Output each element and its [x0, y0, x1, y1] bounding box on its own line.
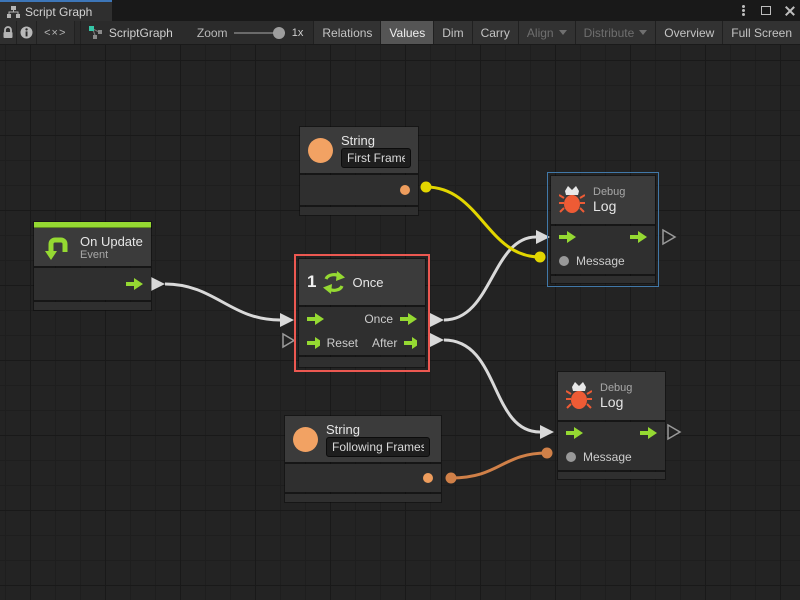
- node-subtitle: Debug: [600, 382, 632, 394]
- zoom-slider[interactable]: [234, 26, 285, 40]
- toolbar-button-align[interactable]: Align: [518, 21, 575, 44]
- node-string-first[interactable]: String: [300, 127, 418, 215]
- graph-icon: [7, 6, 20, 18]
- node-subtitle: Event: [80, 249, 143, 261]
- code-preview-button[interactable]: <×>: [37, 21, 75, 44]
- zoom-slider-handle[interactable]: [273, 27, 285, 39]
- lock-button[interactable]: [0, 21, 17, 44]
- graph-icon: [89, 26, 103, 39]
- node-title: String: [326, 422, 430, 437]
- zoom-value: 1x: [285, 21, 314, 44]
- node-footer: [34, 302, 151, 310]
- toolbar-button-relations[interactable]: Relations: [313, 21, 380, 44]
- toolbar-button-values[interactable]: Values: [380, 21, 433, 44]
- tab-script-graph[interactable]: Script Graph: [0, 0, 112, 21]
- node-title: On Update: [80, 234, 143, 249]
- node-once[interactable]: 1 Once Once Reset After: [299, 259, 425, 367]
- flow-input-port[interactable]: [307, 313, 324, 325]
- toolbar-button-carry[interactable]: Carry: [472, 21, 518, 44]
- node-footer: [300, 207, 418, 215]
- port-label-message: Message: [583, 450, 632, 464]
- node-title: Log: [593, 198, 625, 214]
- zoom-label: Zoom: [183, 21, 234, 44]
- graph-toolbar: <×> ScriptGraph Zoom 1x Relations Values…: [0, 21, 800, 45]
- toolbar-button-distribute[interactable]: Distribute: [575, 21, 656, 44]
- flow-input-port-reset[interactable]: [307, 337, 320, 349]
- value-output-port[interactable]: [400, 185, 410, 195]
- chevron-down-icon: [559, 30, 567, 35]
- string-value-input[interactable]: [341, 148, 411, 168]
- node-subtitle: Debug: [593, 186, 625, 198]
- window-controls: [736, 0, 796, 21]
- port-label-message: Message: [576, 254, 625, 268]
- kebab-menu-icon[interactable]: [736, 4, 750, 18]
- node-string-following[interactable]: String: [285, 416, 441, 502]
- node-footer: [551, 276, 655, 283]
- toolbar-button-fullscreen[interactable]: Full Screen: [722, 21, 800, 44]
- node-footer: [285, 494, 441, 502]
- close-icon[interactable]: [782, 4, 796, 18]
- bug-icon: [566, 380, 592, 412]
- info-icon: [20, 26, 33, 39]
- tab-title: Script Graph: [25, 5, 92, 19]
- once-cycle-icon: [322, 271, 346, 294]
- node-footer: [558, 472, 665, 479]
- port-label-once: Once: [364, 312, 393, 326]
- flow-output-port[interactable]: [640, 427, 657, 439]
- node-on-update[interactable]: On Update Event: [34, 222, 151, 310]
- node-debug-log-bottom[interactable]: Debug Log Message: [558, 372, 665, 479]
- flow-input-port[interactable]: [559, 231, 576, 243]
- chevron-down-icon: [639, 30, 647, 35]
- string-type-icon: [308, 138, 333, 163]
- node-title: String: [341, 133, 411, 148]
- toolbar-button-align-label: Align: [527, 26, 554, 40]
- string-value-input[interactable]: [326, 437, 430, 457]
- flow-output-port[interactable]: [630, 231, 647, 243]
- maximize-icon[interactable]: [759, 4, 773, 18]
- message-input-port[interactable]: [559, 256, 569, 266]
- once-count: 1: [307, 272, 316, 292]
- node-title: Once: [352, 275, 383, 290]
- string-type-icon: [293, 427, 318, 452]
- lock-icon: [2, 26, 14, 39]
- node-footer: [299, 357, 425, 367]
- breadcrumb[interactable]: ScriptGraph: [81, 21, 183, 44]
- message-input-port[interactable]: [566, 452, 576, 462]
- on-update-loop-icon: [42, 233, 72, 261]
- port-label-after: After: [372, 336, 397, 350]
- flow-input-port[interactable]: [566, 427, 583, 439]
- highlight-outline-debug-top: Debug Log Message: [547, 172, 659, 287]
- window-titlebar: Script Graph: [0, 0, 800, 21]
- port-label-reset: Reset: [327, 336, 358, 350]
- flow-output-port[interactable]: [126, 278, 143, 290]
- toolbar-button-overview[interactable]: Overview: [655, 21, 722, 44]
- bug-icon: [559, 184, 585, 216]
- code-preview-icon: <×>: [44, 27, 66, 39]
- inspector-button[interactable]: [17, 21, 37, 44]
- selection-outline-once: 1 Once Once Reset After: [294, 254, 430, 372]
- node-title: Log: [600, 394, 632, 410]
- breadcrumb-label: ScriptGraph: [109, 26, 173, 40]
- flow-output-port-once[interactable]: [400, 313, 417, 325]
- value-output-port[interactable]: [423, 473, 433, 483]
- flow-output-port-after[interactable]: [404, 337, 417, 349]
- toolbar-button-distribute-label: Distribute: [584, 26, 635, 40]
- toolbar-button-dim[interactable]: Dim: [433, 21, 471, 44]
- node-debug-log-top[interactable]: Debug Log Message: [551, 176, 655, 283]
